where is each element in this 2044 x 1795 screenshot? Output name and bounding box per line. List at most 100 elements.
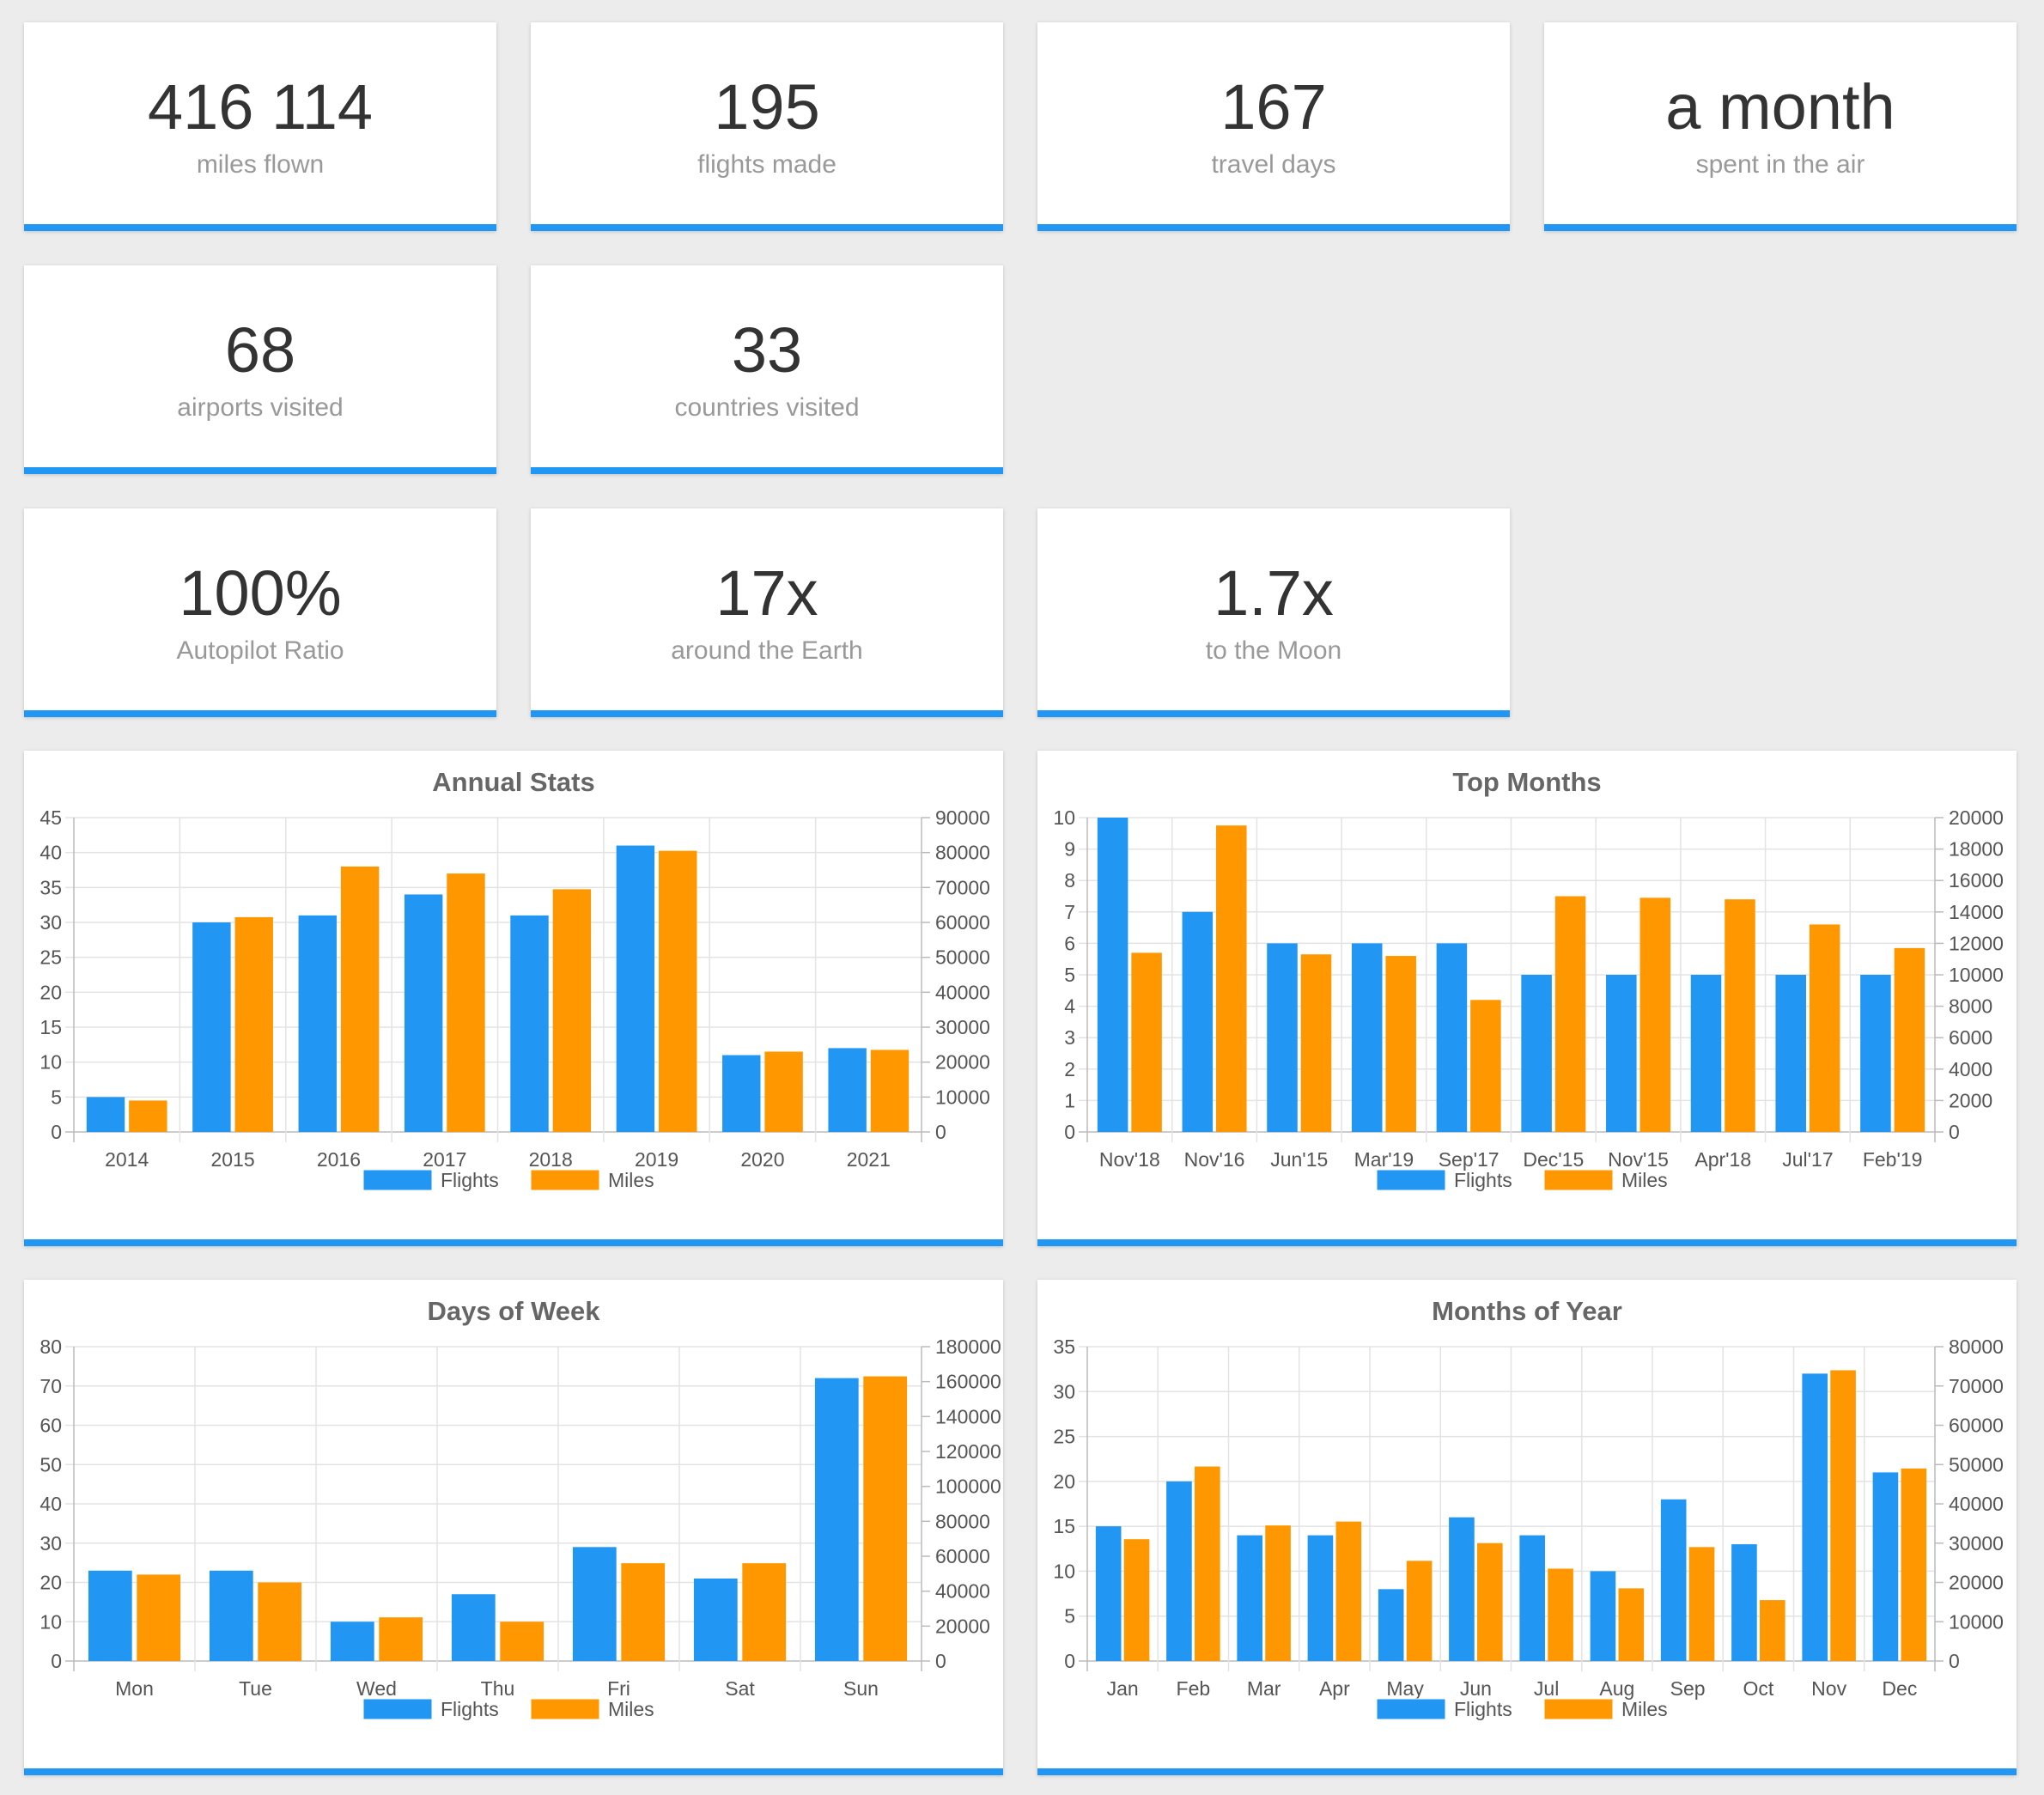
bar-miles (500, 1622, 544, 1661)
stat-label: flights made (697, 150, 836, 179)
annual-stats-chart: Annual Stats 0 5 10 15 20 25 30 35 40 45 0 10000 2000… (40, 767, 990, 1191)
bar-flights (1590, 1571, 1616, 1661)
bar-flights (814, 1378, 859, 1661)
y-right-tick-label: 100000 (935, 1476, 1001, 1498)
legend-swatch-flights (362, 1698, 433, 1720)
y-left-tick-label: 6 (1064, 932, 1075, 954)
y-left-tick-label: 80 (40, 1336, 62, 1358)
stat-label: travel days (1211, 150, 1336, 179)
legend-swatch-miles (530, 1169, 600, 1191)
y-right-tick-label: 30000 (1949, 1532, 2004, 1555)
y-right-tick-label: 20000 (935, 1051, 990, 1074)
y-left-tick-label: 60 (40, 1415, 62, 1437)
bar-miles (1195, 1466, 1220, 1661)
bar-miles (870, 1050, 909, 1132)
stat-label: Autopilot Ratio (176, 636, 344, 665)
y-right-tick-label: 80000 (1949, 1336, 2004, 1358)
legend-label-miles: Miles (1621, 1169, 1668, 1191)
y-right-tick-label: 20000 (935, 1615, 990, 1637)
stat-card-flights-made: 195 flights made (531, 22, 1003, 231)
y-left-tick-label: 35 (40, 876, 62, 898)
bar-flights (1872, 1472, 1899, 1661)
legend-label-miles: Miles (1621, 1698, 1668, 1720)
bar-miles (1830, 1370, 1856, 1661)
bar-miles (379, 1617, 423, 1661)
bar-flights (1860, 975, 1891, 1132)
legend-label-miles: Miles (608, 1698, 654, 1720)
bar-miles (1265, 1525, 1291, 1661)
y-right-tick-label: 160000 (935, 1371, 1001, 1393)
y-left-tick-label: 2 (1064, 1058, 1075, 1080)
chart-card-days-of-week: Days of Week 0 10 20 30 40 50 60 70 80 0 20000 40000… (24, 1280, 1003, 1775)
bar-flights (693, 1578, 738, 1661)
stat-value: 100% (179, 557, 342, 629)
bar-miles (621, 1563, 666, 1661)
bar-flights (1690, 975, 1722, 1132)
bar-miles (447, 873, 485, 1132)
y-left-tick-label: 10 (40, 1610, 62, 1633)
stat-card-miles-flown: 416 114 miles flown (24, 22, 496, 231)
y-right-tick-label: 2000 (1949, 1089, 1992, 1111)
bar-flights (1351, 943, 1383, 1132)
x-tick-label: Sep'17 (1439, 1148, 1500, 1171)
bar-miles (1554, 896, 1586, 1132)
bar-flights (1237, 1535, 1262, 1661)
legend-swatch-miles (530, 1698, 600, 1720)
stat-label: around the Earth (671, 636, 863, 665)
bar-miles (764, 1051, 803, 1132)
bar-miles (863, 1376, 908, 1661)
chart-title: Top Months (1452, 767, 1601, 797)
y-right-tick-label: 40000 (1949, 1493, 2004, 1515)
y-right-tick-label: 60000 (1949, 1415, 2004, 1437)
bar-flights (330, 1622, 374, 1661)
x-tick-label: Nov'16 (1184, 1148, 1245, 1171)
stat-value: 195 (714, 71, 820, 143)
stat-card-airports-visited: 68 airports visited (24, 265, 496, 474)
bar-miles (1809, 924, 1840, 1132)
months-of-year-chart: Months of Year 0 5 10 15 20 25 30 35 0 10000 20000 3… (1053, 1296, 2004, 1720)
y-left-tick-label: 30 (40, 1532, 62, 1555)
x-tick-label: Jun (1460, 1677, 1492, 1700)
y-right-tick-label: 70000 (935, 876, 990, 898)
bar-flights (298, 915, 337, 1132)
bar-miles (1300, 954, 1332, 1132)
x-tick-label: Apr'18 (1694, 1148, 1751, 1171)
legend-swatch-miles (1543, 1698, 1614, 1720)
stat-label: spent in the air (1695, 150, 1865, 179)
y-right-tick-label: 10000 (935, 1086, 990, 1108)
bar-miles (1123, 1539, 1150, 1661)
days-of-week-chart: Days of Week 0 10 20 30 40 50 60 70 80 0 20000 40000… (40, 1296, 1001, 1720)
y-right-tick-label: 80000 (935, 1510, 990, 1532)
stat-label: miles flown (196, 150, 325, 179)
chart-card-annual-stats: Annual Stats 0 5 10 15 20 25 30 35 40 45 0 10000 2000… (24, 751, 1003, 1246)
y-right-tick-label: 120000 (935, 1440, 1001, 1463)
bar-flights (1378, 1589, 1404, 1661)
stat-label: countries visited (674, 393, 860, 422)
x-tick-label: Dec (1882, 1677, 1917, 1700)
x-tick-label: Tue (239, 1677, 272, 1700)
y-right-tick-label: 8000 (1949, 995, 1992, 1018)
y-left-tick-label: 9 (1064, 838, 1075, 861)
bar-miles (1725, 899, 1755, 1132)
stat-label: to the Moon (1205, 636, 1342, 665)
x-tick-label: Jul'17 (1782, 1148, 1833, 1171)
stat-label: airports visited (177, 393, 344, 422)
x-tick-label: Jun'15 (1270, 1148, 1328, 1171)
x-tick-label: Dec'15 (1523, 1148, 1584, 1171)
x-tick-label: Sat (725, 1677, 755, 1700)
y-right-tick-label: 4000 (1949, 1058, 1992, 1080)
bar-miles (1688, 1547, 1715, 1661)
bar-flights (572, 1547, 617, 1661)
bar-flights (404, 894, 443, 1132)
y-left-tick-label: 15 (40, 1016, 62, 1038)
legend-label-flights: Flights (1454, 1698, 1512, 1720)
chart-title: Annual Stats (432, 767, 594, 797)
bar-miles (742, 1563, 787, 1661)
legend-swatch-miles (1543, 1169, 1614, 1191)
stat-value: 416 114 (148, 71, 373, 143)
y-left-tick-label: 40 (40, 1493, 62, 1515)
bar-flights (1097, 818, 1128, 1132)
y-right-tick-label: 20000 (1949, 806, 2004, 829)
chart-title: Months of Year (1432, 1296, 1622, 1326)
x-tick-label: 2021 (847, 1148, 891, 1171)
